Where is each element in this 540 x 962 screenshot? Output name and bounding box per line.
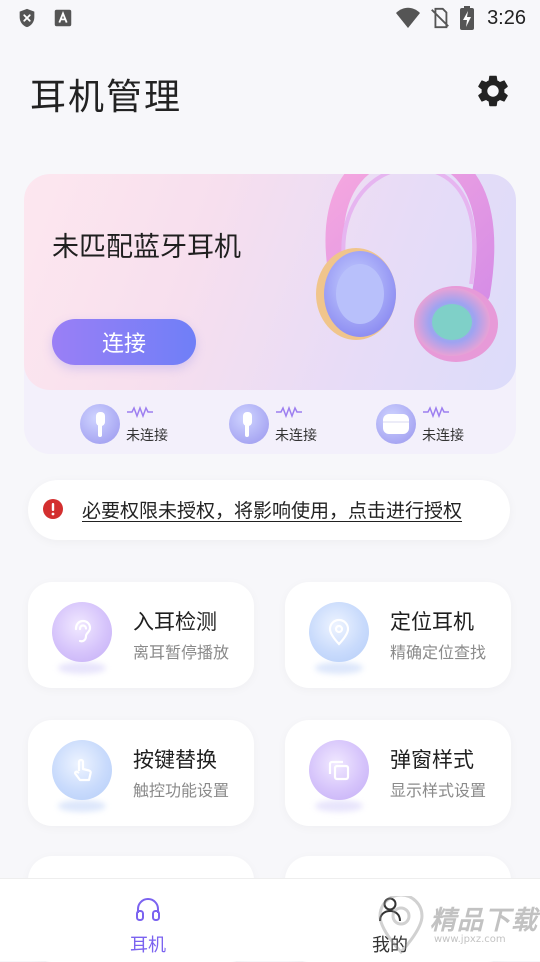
headphones-illustration — [316, 174, 498, 362]
left-earbud-icon — [80, 404, 120, 444]
feature-subtitle: 精确定位查找 — [390, 643, 487, 662]
feature-title: 弹窗样式 — [390, 748, 474, 772]
feature-locate-earbuds[interactable]: 定位耳机 精确定位查找 — [285, 582, 511, 688]
status-time: 3:26 — [487, 6, 526, 29]
signal-wave-icon — [423, 406, 449, 418]
status-bar: 3:26 — [0, 0, 540, 38]
device-status: 未连接 — [422, 428, 464, 444]
location-pin-icon — [309, 602, 369, 662]
ear-icon — [52, 602, 112, 662]
gear-icon[interactable] — [474, 72, 512, 110]
feature-popup-style[interactable]: 弹窗样式 显示样式设置 — [285, 720, 511, 826]
feature-subtitle: 离耳暂停播放 — [133, 643, 230, 662]
nav-tab-earphones[interactable]: 耳机 — [88, 891, 208, 957]
wifi-icon — [396, 7, 421, 28]
device-status: 未连接 — [126, 428, 168, 444]
battery-charging-icon — [460, 6, 475, 30]
touch-finger-icon — [52, 740, 112, 800]
warning-icon — [43, 499, 63, 519]
permission-notice[interactable]: 必要权限未授权，将影响使用，点击进行授权 — [28, 480, 510, 540]
banner-title: 未匹配蓝牙耳机 — [52, 232, 241, 263]
icon-shadow — [315, 800, 363, 812]
nav-label: 耳机 — [130, 935, 166, 956]
right-earbud-icon — [229, 404, 269, 444]
permission-notice-text: 必要权限未授权，将影响使用，点击进行授权 — [82, 500, 463, 522]
watermark-url: www.jpxz.com — [434, 934, 506, 945]
feature-in-ear-detection[interactable]: 入耳检测 离耳暂停播放 — [28, 582, 254, 688]
charging-case-icon — [376, 404, 416, 444]
a-box-icon — [54, 9, 72, 27]
connect-button[interactable]: 连接 — [52, 319, 196, 365]
page-title: 耳机管理 — [30, 77, 183, 118]
popup-window-icon — [309, 740, 369, 800]
feature-subtitle: 显示样式设置 — [390, 781, 487, 800]
feature-button-remap[interactable]: 按键替换 触控功能设置 — [28, 720, 254, 826]
signal-wave-icon — [276, 406, 302, 418]
shield-x-icon — [19, 8, 35, 28]
feature-title: 按键替换 — [133, 748, 217, 772]
earbuds-status-card: 未匹配蓝牙耳机 连接 未连接 未连接 未连接 — [24, 174, 516, 454]
no-sim-icon — [431, 7, 449, 29]
feature-title: 定位耳机 — [390, 610, 474, 634]
signal-wave-icon — [127, 406, 153, 418]
headphones-icon — [136, 898, 160, 921]
icon-shadow — [315, 662, 363, 674]
device-status: 未连接 — [275, 428, 317, 444]
device-list: 未连接 未连接 未连接 — [24, 398, 516, 448]
feature-subtitle: 触控功能设置 — [133, 781, 230, 800]
feature-title: 入耳检测 — [133, 610, 217, 634]
watermark-text: 精品下载 — [430, 906, 539, 936]
watermark-logo: 精品下载 www.jpxz.com — [374, 892, 540, 960]
icon-shadow — [58, 800, 106, 812]
watermark-pin-icon — [378, 896, 424, 954]
icon-shadow — [58, 662, 106, 674]
